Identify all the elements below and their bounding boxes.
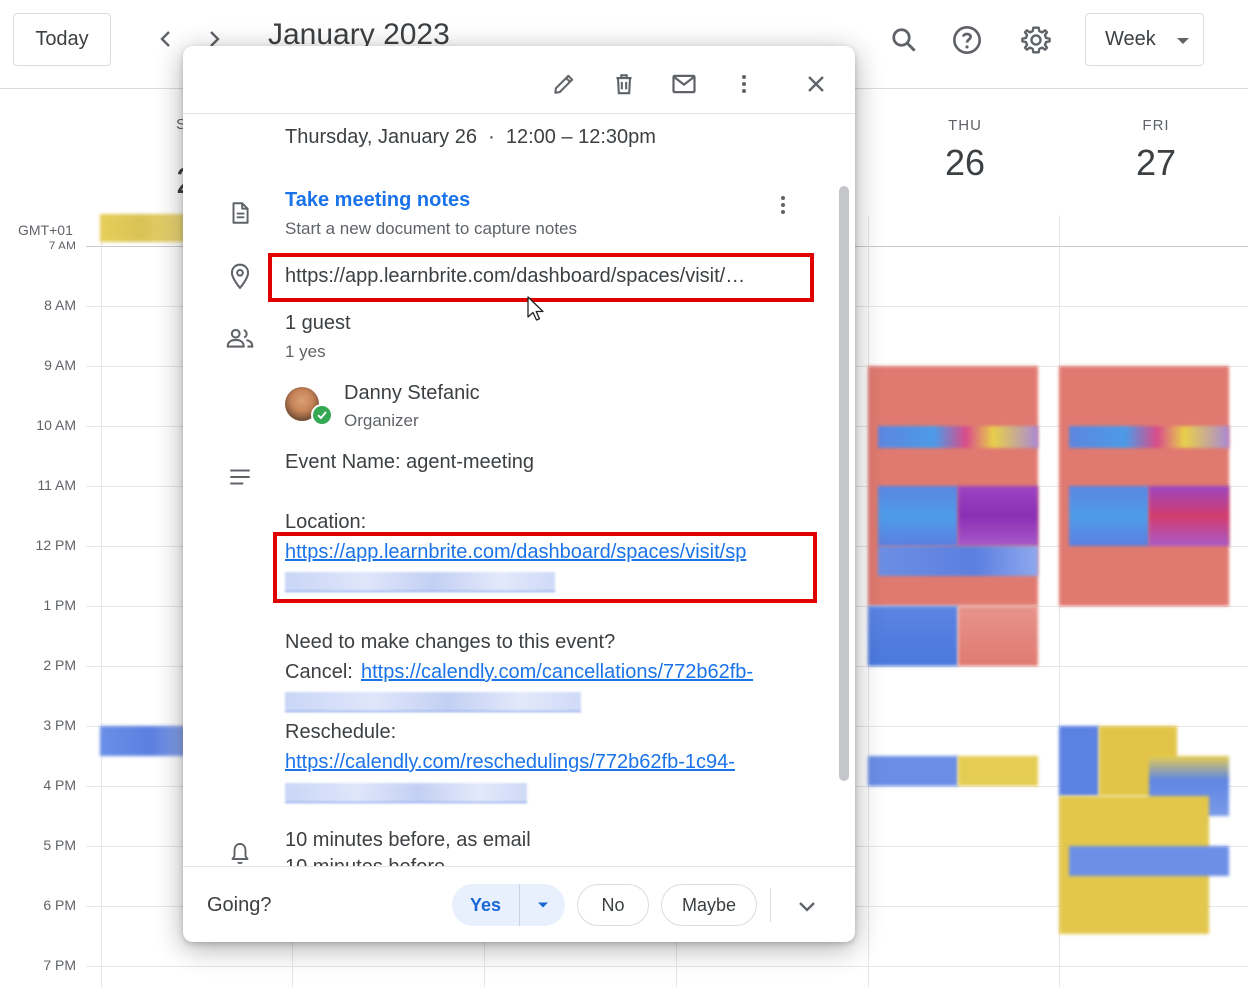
today-button[interactable]: Today xyxy=(13,13,111,66)
reschedule-label: Reschedule: xyxy=(285,721,397,743)
calendar-event-redacted[interactable] xyxy=(1069,846,1229,876)
footer-separator xyxy=(770,888,771,922)
help-icon[interactable] xyxy=(947,20,987,60)
settings-icon[interactable] xyxy=(1016,20,1056,60)
calendar-event-redacted[interactable] xyxy=(958,756,1038,786)
day-name: FRI xyxy=(1142,117,1170,134)
close-icon[interactable] xyxy=(794,62,838,106)
reminder-line-clipped: 10 minutes before xyxy=(285,856,485,866)
people-icon xyxy=(223,321,257,355)
bell-icon xyxy=(223,841,257,866)
calendar-event-redacted[interactable] xyxy=(1149,486,1229,546)
toolbar-divider xyxy=(183,113,855,114)
timezone-label: GMT+01 xyxy=(18,222,73,238)
calendar-event-redacted[interactable] xyxy=(878,426,1038,448)
hour-label: 6 PM xyxy=(43,897,76,913)
chevron-left-icon[interactable] xyxy=(151,24,181,54)
hour-label: 7 PM xyxy=(43,957,76,973)
email-icon[interactable] xyxy=(662,62,706,106)
location-pin-icon xyxy=(223,259,257,293)
calendar-event-redacted[interactable] xyxy=(1059,726,1099,796)
guest-count: 1 guest xyxy=(285,312,351,334)
calendar-event-redacted[interactable] xyxy=(868,606,958,666)
calendar-event-redacted[interactable] xyxy=(100,214,185,242)
mouse-cursor-icon xyxy=(526,295,548,328)
rsvp-maybe-button[interactable]: Maybe xyxy=(661,884,757,926)
calendar-event-redacted[interactable] xyxy=(958,486,1038,546)
guest-yes-count: 1 yes xyxy=(285,342,326,361)
check-icon xyxy=(311,404,333,426)
notes-more-vert-icon[interactable] xyxy=(761,183,805,227)
organizer-role: Organizer xyxy=(344,411,419,430)
hour-label: 4 PM xyxy=(43,777,76,793)
event-datetime: Thursday, January 26 · 12:00 – 12:30pm xyxy=(285,126,656,148)
hour-label: 9 AM xyxy=(44,357,76,373)
footer-divider xyxy=(183,866,855,867)
hour-label: 5 PM xyxy=(43,837,76,853)
hour-label: 12 PM xyxy=(35,537,76,553)
calendar-event-redacted[interactable] xyxy=(1069,486,1149,546)
event-details-popup: Thursday, January 26 · 12:00 – 12:30pm T… xyxy=(183,46,855,942)
reschedule-link[interactable]: https://calendly.com/reschedulings/772b6… xyxy=(285,751,735,774)
organizer-name: Danny Stefanic xyxy=(344,382,480,404)
delete-icon[interactable] xyxy=(602,62,646,106)
day-number[interactable]: 27 xyxy=(1060,142,1248,184)
caret-down-icon xyxy=(1177,38,1189,44)
redacted-link-text xyxy=(285,692,581,712)
popup-scrollbar[interactable] xyxy=(839,186,849,781)
search-icon[interactable] xyxy=(884,20,924,60)
calendar-event-redacted[interactable] xyxy=(878,546,1038,576)
redacted-link-text xyxy=(285,783,527,803)
changes-label: Need to make changes to this event? xyxy=(285,631,616,653)
location-label: Location: xyxy=(285,511,367,533)
view-selector-label: Week xyxy=(1105,28,1156,50)
rsvp-no-button[interactable]: No xyxy=(577,884,649,926)
view-selector[interactable]: Week xyxy=(1085,13,1204,66)
hour-label: 8 AM xyxy=(44,297,76,313)
calendar-event-redacted[interactable] xyxy=(1069,426,1229,448)
take-notes-link[interactable]: Take meeting notes xyxy=(285,189,470,212)
grid-line xyxy=(86,966,1248,967)
rsvp-yes-group: Yes xyxy=(452,884,565,926)
event-name-line: Event Name: agent-meeting xyxy=(285,451,535,473)
location-link[interactable]: https://app.learnbrite.com/dashboard/spa… xyxy=(285,541,746,564)
hour-label: 2 PM xyxy=(43,657,76,673)
calendar-event-redacted[interactable] xyxy=(868,756,958,786)
calendar-event-redacted[interactable] xyxy=(878,486,958,546)
caret-down-icon xyxy=(537,902,548,908)
more-vert-icon[interactable] xyxy=(722,62,766,106)
redacted-link-text xyxy=(285,572,555,592)
day-header-thu[interactable]: THU 26 xyxy=(869,117,1061,184)
description-icon xyxy=(223,460,257,494)
reminder-line: 10 minutes before, as email xyxy=(285,829,531,851)
day-number[interactable]: 26 xyxy=(869,142,1061,184)
calendar-event-redacted[interactable] xyxy=(958,606,1038,666)
calendar-event-redacted[interactable] xyxy=(100,726,185,756)
grid-line xyxy=(101,215,102,987)
going-label: Going? xyxy=(207,894,272,916)
hour-label: 10 AM xyxy=(36,417,76,433)
rsvp-yes-button[interactable]: Yes xyxy=(452,884,520,926)
day-name: THU xyxy=(948,117,982,134)
hour-label: 7 AM xyxy=(48,239,76,249)
edit-icon[interactable] xyxy=(542,62,586,106)
cancel-link[interactable]: https://calendly.com/cancellations/772b6… xyxy=(361,661,753,684)
hour-label: 3 PM xyxy=(43,717,76,733)
hour-label: 1 PM xyxy=(43,597,76,613)
rsvp-options-dropdown[interactable] xyxy=(520,884,565,926)
hour-label: 11 AM xyxy=(37,477,76,493)
chevron-down-icon[interactable] xyxy=(785,884,829,928)
document-icon xyxy=(223,196,257,230)
take-notes-subtitle: Start a new document to capture notes xyxy=(285,219,578,238)
reminder-line: 10 minutes before xyxy=(285,856,485,866)
day-header-fri[interactable]: FRI 27 xyxy=(1060,117,1248,184)
cancel-label: Cancel: xyxy=(285,661,353,683)
location-url[interactable]: https://app.learnbrite.com/dashboard/spa… xyxy=(285,265,745,288)
